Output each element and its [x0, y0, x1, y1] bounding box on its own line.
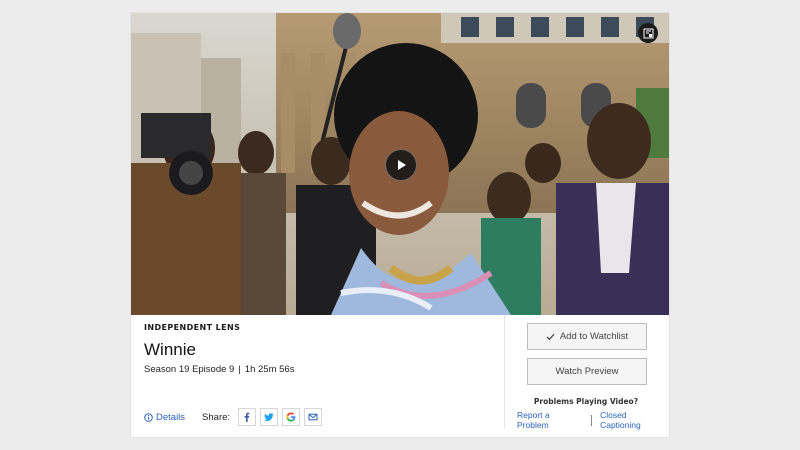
duration: 1h 25m 56s — [244, 364, 295, 375]
details-label: Details — [156, 411, 186, 423]
share-facebook-button[interactable] — [238, 408, 257, 426]
video-player[interactable] — [131, 13, 669, 315]
info-circle-icon — [144, 412, 153, 422]
support-links: Report a Problem Closed Captioning — [517, 410, 669, 430]
google-icon — [286, 412, 296, 422]
email-icon — [308, 413, 318, 421]
play-icon — [398, 160, 406, 170]
video-card: INDEPENDENT LENS Winnie Season 19 Episod… — [131, 13, 669, 437]
add-to-watchlist-button[interactable]: Add to Watchlist — [527, 323, 647, 350]
report-problem-link[interactable]: Report a Problem — [517, 410, 583, 430]
season-episode: Season 19 Episode 9 — [144, 364, 235, 375]
picture-in-picture-button[interactable] — [638, 23, 658, 43]
share-google-button[interactable] — [282, 408, 301, 426]
meta-separator: | — [238, 364, 241, 375]
closed-captioning-link[interactable]: Closed Captioning — [600, 410, 669, 430]
link-separator — [591, 414, 593, 426]
share-twitter-button[interactable] — [260, 408, 279, 426]
watch-preview-button[interactable]: Watch Preview — [527, 358, 647, 385]
twitter-icon — [264, 413, 274, 421]
picture-in-picture-icon — [643, 28, 653, 38]
watchlist-label: Add to Watchlist — [559, 331, 629, 342]
facebook-icon — [244, 412, 250, 422]
details-link[interactable]: Details — [144, 412, 185, 423]
vertical-divider — [504, 315, 505, 429]
episode-title: Winnie — [144, 340, 196, 359]
series-name[interactable]: INDEPENDENT LENS — [144, 323, 240, 332]
share-label: Share: — [202, 411, 231, 423]
share-email-button[interactable] — [304, 408, 323, 426]
checkmark-icon — [546, 333, 555, 340]
problems-heading: Problems Playing Video? — [533, 397, 639, 406]
episode-meta: Season 19 Episode 9 | 1h 25m 56s — [144, 364, 294, 375]
preview-label: Watch Preview — [555, 366, 619, 377]
actions-row: Details Share: — [144, 408, 323, 426]
play-button[interactable] — [385, 149, 417, 181]
